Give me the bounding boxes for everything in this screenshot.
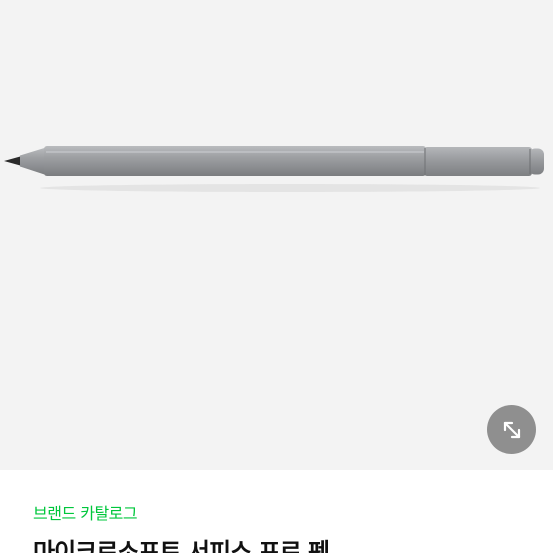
- brand-catalog-link[interactable]: 브랜드 카탈로그: [33, 500, 138, 524]
- product-detail-page: 브랜드 카탈로그 마이크로소프트 서피스 프로 펜: [0, 0, 553, 553]
- product-image: [4, 146, 544, 192]
- product-title: 마이크로소프트 서피스 프로 펜: [33, 538, 330, 553]
- expand-image-button[interactable]: [487, 405, 536, 454]
- expand-arrows-icon: [503, 421, 520, 438]
- product-info: 브랜드 카탈로그 마이크로소프트 서피스 프로 펜: [0, 470, 553, 553]
- product-image-area: [0, 0, 553, 470]
